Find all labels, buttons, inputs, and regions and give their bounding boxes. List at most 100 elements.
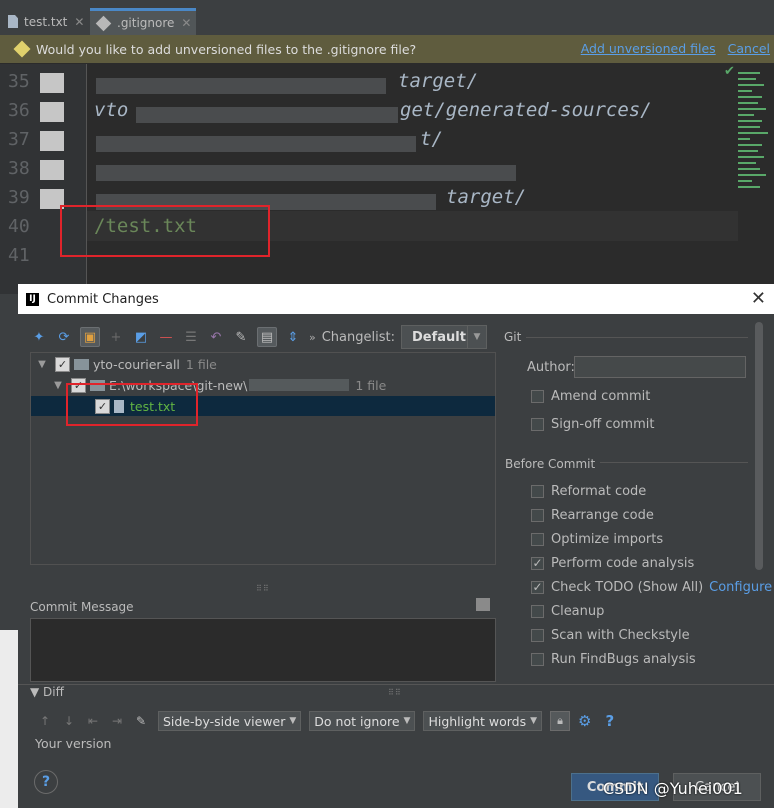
add-to-vcs-icon[interactable]: ◩ (132, 328, 150, 346)
commit-message-input[interactable] (30, 618, 496, 682)
diff-header[interactable]: ▼ Diff (30, 685, 64, 699)
option-label: Perform code analysis (551, 555, 695, 571)
checkbox[interactable] (531, 532, 544, 546)
edit-source-icon[interactable]: ✎ (134, 714, 148, 728)
intellij-logo-icon: IJ (26, 292, 39, 306)
check-todo-option[interactable]: ✓ Check TODO (Show All) Configure (531, 577, 772, 597)
checkstyle-option[interactable]: Scan with Checkstyle (531, 625, 690, 645)
commit-changes-dialog: IJ Commit Changes ✕ ✦ ⟳ ▣ + ◩ — ☰ ↶ ✎ ▤ … (18, 284, 774, 808)
help-button[interactable]: ? (34, 770, 58, 794)
lock-icon[interactable]: 🔒︎ (550, 711, 571, 731)
edit-source-icon[interactable]: ✎ (232, 328, 250, 346)
checkbox[interactable] (531, 389, 544, 403)
redacted-text (96, 136, 416, 152)
checkbox[interactable] (531, 628, 544, 642)
before-commit-header: Before Commit (505, 457, 596, 471)
perform-code-analysis-option[interactable]: ✓ Perform code analysis (531, 553, 694, 573)
checkbox[interactable] (531, 417, 544, 431)
your-version-label: Your version (35, 736, 112, 751)
close-icon[interactable]: ✕ (74, 15, 84, 29)
fold-marker-icon (40, 73, 64, 93)
help-icon[interactable]: ? (605, 712, 614, 730)
line-number: 40 (8, 216, 30, 237)
warning-icon (13, 40, 31, 58)
reformat-code-option[interactable]: Reformat code (531, 481, 646, 501)
minus-icon[interactable]: — (157, 328, 175, 346)
next-file-icon[interactable]: ⇥ (110, 714, 124, 728)
tree-row-module[interactable]: ▼ ✓ yto-courier-all 1 file (31, 354, 495, 374)
chevron-down-icon: ▼ (466, 326, 486, 348)
checkbox[interactable]: ✓ (55, 356, 70, 372)
option-label: Run FindBugs analysis (551, 651, 696, 667)
option-label: Cleanup (551, 603, 605, 619)
amend-commit-option[interactable]: Amend commit (531, 386, 650, 406)
rollback-icon[interactable]: ↶ (207, 328, 225, 346)
splitter-handle[interactable]: ⠿⠿ (388, 688, 402, 697)
code-editor[interactable]: 35 36 37 38 39 40 41 target/ vto get/gen… (0, 64, 774, 294)
splitter-handle[interactable]: ⠿⠿ (256, 584, 270, 593)
chevron-down-icon: ▼ (289, 716, 297, 726)
checkbox[interactable] (531, 508, 544, 522)
refresh-icon[interactable]: ⟳ (55, 328, 73, 346)
gitignore-banner: Would you like to add unversioned files … (0, 35, 774, 63)
close-icon[interactable]: ✕ (181, 16, 191, 30)
redacted-text (96, 165, 516, 181)
author-label: Author: (527, 360, 575, 375)
previous-file-icon[interactable]: ⇤ (86, 714, 100, 728)
show-directories-icon[interactable]: ▤ (257, 327, 277, 347)
optimize-imports-option[interactable]: Optimize imports (531, 529, 663, 549)
option-label: Sign-off commit (551, 416, 655, 432)
plus-icon[interactable]: + (107, 328, 125, 346)
highlight-select[interactable]: Highlight words ▼ (423, 711, 543, 731)
gear-icon[interactable]: ⚙ (578, 712, 591, 730)
redacted-text (136, 107, 398, 123)
recent-messages-icon[interactable] (476, 598, 490, 611)
findbugs-option[interactable]: Run FindBugs analysis (531, 649, 696, 669)
checkbox[interactable] (531, 484, 544, 498)
move-to-changelist-icon[interactable]: ✦ (30, 328, 48, 346)
highlight-annotation-box (60, 205, 270, 257)
tab-gitignore[interactable]: .gitignore ✕ (90, 8, 196, 35)
ignore-whitespace-select[interactable]: Do not ignore ▼ (309, 711, 416, 731)
divider (600, 462, 748, 463)
previous-difference-icon[interactable]: ↑ (38, 714, 52, 728)
changelist-select[interactable]: Default ▼ (400, 325, 487, 349)
configure-link[interactable]: Configure (709, 580, 772, 595)
group-by-icon[interactable]: ☰ (182, 328, 200, 346)
dialog-titlebar[interactable]: IJ Commit Changes ✕ (18, 284, 774, 314)
editor-tab-bar: test.txt ✕ .gitignore ✕ (0, 0, 774, 36)
checkbox-checked[interactable]: ✓ (531, 580, 544, 594)
option-label: Check TODO (Show All) (551, 579, 704, 595)
cleanup-option[interactable]: Cleanup (531, 601, 604, 621)
cancel-link[interactable]: Cancel (728, 41, 770, 56)
viewer-select[interactable]: Side-by-side viewer ▼ (158, 711, 302, 731)
viewer-value: Side-by-side viewer (163, 713, 286, 729)
text-file-icon (8, 15, 18, 28)
rearrange-code-option[interactable]: Rearrange code (531, 505, 654, 525)
checkbox-checked[interactable]: ✓ (531, 556, 544, 570)
show-diff-icon[interactable]: ▣ (80, 327, 100, 347)
tab-test-txt[interactable]: test.txt ✕ (0, 8, 88, 35)
author-input[interactable] (574, 356, 746, 378)
line-number: 39 (8, 187, 30, 208)
line-number: 37 (8, 129, 30, 150)
expand-arrow-icon[interactable]: ▼ (51, 380, 65, 391)
changelist-value: Default (411, 329, 466, 345)
git-icon (95, 15, 112, 31)
chevron-down-icon: ▼ (403, 716, 411, 726)
signoff-commit-option[interactable]: Sign-off commit (531, 414, 654, 434)
option-label: Rearrange code (551, 507, 654, 523)
expand-all-icon[interactable]: ⇕ (284, 328, 302, 346)
add-unversioned-link[interactable]: Add unversioned files (581, 41, 716, 56)
divider (526, 337, 748, 338)
file-count: 1 file (185, 356, 217, 372)
options-scrollbar[interactable] (755, 322, 763, 570)
next-difference-icon[interactable]: ↓ (62, 714, 76, 728)
checkbox[interactable] (531, 652, 544, 666)
more-icon[interactable]: » (309, 331, 316, 344)
expand-arrow-icon[interactable]: ▼ (35, 359, 49, 370)
close-icon[interactable]: ✕ (751, 288, 766, 309)
file-count: 1 file (355, 377, 387, 393)
checkbox[interactable] (531, 604, 544, 618)
line-number: 36 (8, 100, 30, 121)
